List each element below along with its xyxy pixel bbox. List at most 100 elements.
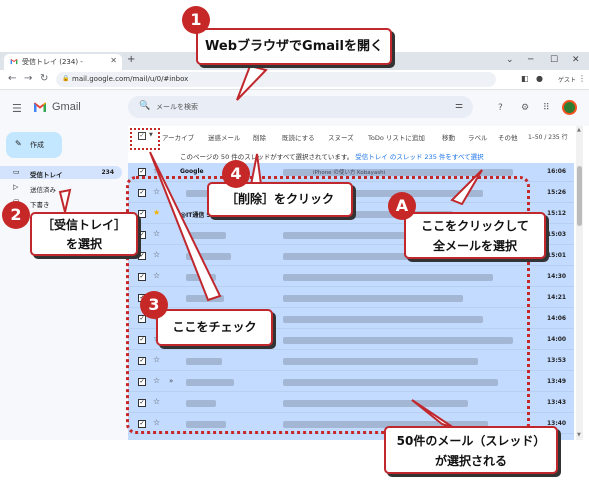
stepA-line1: ここをクリックして bbox=[421, 219, 529, 233]
row-time: 15:12 bbox=[547, 210, 567, 217]
step4-badge: 4 bbox=[222, 160, 250, 188]
compose-button[interactable]: ✎ 作成 bbox=[6, 132, 62, 158]
result-callout: 50件のメール（スレッド） が選択される bbox=[384, 426, 558, 474]
gmail-favicon-icon bbox=[10, 58, 18, 65]
star-icon[interactable]: ☆ bbox=[153, 166, 160, 175]
gmail-logo-icon bbox=[34, 102, 46, 112]
browser-tab[interactable]: 受信トレイ (234) - ✕ bbox=[4, 54, 122, 70]
address-bar-row: ← → ↻ 🔒 mail.google.com/mail/u/0/#inbox … bbox=[0, 70, 589, 90]
step1-text: WebブラウザでGmailを開く bbox=[205, 39, 383, 54]
row-checkbox[interactable]: ✓ bbox=[138, 168, 146, 176]
guest-label: ゲスト bbox=[558, 77, 577, 84]
row-time: 14:06 bbox=[547, 315, 567, 322]
scrollbar[interactable]: ▲ ▼ bbox=[576, 126, 583, 440]
row-time: 14:30 bbox=[547, 273, 567, 280]
more-button[interactable]: その他 bbox=[498, 132, 518, 142]
step3-callout: ここをチェック bbox=[156, 309, 273, 346]
row-time: 15:01 bbox=[547, 252, 567, 259]
mail-toolbar: ✓ ▼ アーカイブ 迷惑メール 削除 既読にする スヌーズ ToDo リストに追… bbox=[128, 126, 574, 146]
close-window-icon[interactable]: ✕ bbox=[572, 55, 580, 65]
new-tab-icon[interactable]: + bbox=[127, 54, 135, 65]
selection-notice-text: このページの 50 件のスレッドがすべて選択されています。 bbox=[180, 153, 354, 161]
step2-callout: ［受信トレイ］ を選択 bbox=[30, 212, 138, 256]
pager-text: 1–50 / 235 行 bbox=[528, 134, 568, 141]
compose-label: 作成 bbox=[30, 141, 44, 149]
spam-button[interactable]: 迷惑メール bbox=[208, 132, 241, 142]
gmail-header: ☰ Gmail 🔍 メールを検索 ⚌ ? ⚙ ⠿ bbox=[0, 90, 589, 126]
sidebar-item-inbox[interactable]: ▭ 受信トレイ 234 bbox=[0, 166, 122, 179]
menu-dots-icon[interactable]: ⋮ bbox=[578, 74, 586, 83]
row-time: 14:21 bbox=[547, 294, 567, 301]
step3-badge: 3 bbox=[140, 291, 168, 319]
maximize-icon[interactable]: ☐ bbox=[550, 55, 558, 65]
pencil-icon: ✎ bbox=[15, 139, 22, 148]
row-time: 14:00 bbox=[547, 336, 567, 343]
sidebar-item-label: 受信トレイ bbox=[30, 171, 63, 179]
gmail-wordmark: Gmail bbox=[52, 101, 81, 113]
lock-icon: 🔒 bbox=[62, 75, 70, 82]
step2-line1: ［受信トレイ］ bbox=[41, 218, 126, 232]
reload-icon[interactable]: ↻ bbox=[40, 73, 48, 84]
step1-callout: WebブラウザでGmailを開く bbox=[196, 28, 392, 65]
scroll-up-icon[interactable]: ▲ bbox=[577, 127, 581, 133]
row-time: 16:06 bbox=[547, 168, 567, 175]
inbox-count: 234 bbox=[101, 169, 114, 176]
sidepanel-icon[interactable]: ◧ bbox=[521, 74, 529, 83]
add-todo-button[interactable]: ToDo リストに追加 bbox=[368, 132, 425, 142]
back-icon[interactable]: ← bbox=[8, 73, 16, 84]
search-options-icon[interactable]: ⚌ bbox=[455, 101, 463, 111]
row-time: 13:49 bbox=[547, 378, 567, 385]
screenshot-stage: 受信トレイ (234) - ✕ + ⌄ ─ ☐ ✕ ← → ↻ 🔒 mail.g… bbox=[0, 0, 589, 484]
send-icon: ▷ bbox=[13, 183, 19, 191]
archive-button[interactable]: アーカイブ bbox=[162, 132, 194, 142]
row-subject: iPhone の使い方 Kobayashi bbox=[313, 170, 386, 176]
scroll-thumb[interactable] bbox=[577, 166, 582, 226]
url-field[interactable]: 🔒 mail.google.com/mail/u/0/#inbox bbox=[56, 72, 496, 87]
gmail-sidebar: ✎ 作成 ▭ 受信トレイ 234 ▷ 送信済み ▢ 下書き bbox=[0, 126, 128, 440]
hamburger-menu-icon[interactable]: ☰ bbox=[12, 102, 22, 115]
result-line2: が選択される bbox=[434, 454, 507, 468]
tab-search-icon[interactable]: ⌄ bbox=[506, 55, 514, 65]
search-icon[interactable]: 🔍 bbox=[139, 101, 150, 111]
tab-title: 受信トレイ (234) - bbox=[22, 58, 83, 66]
tab-close-icon[interactable]: ✕ bbox=[110, 56, 117, 65]
help-icon[interactable]: ? bbox=[498, 103, 503, 113]
step1-badge: 1 bbox=[182, 6, 210, 34]
apps-grid-icon[interactable]: ⠿ bbox=[543, 103, 550, 113]
profile-icon[interactable]: ● bbox=[536, 74, 543, 83]
row-time: 15:03 bbox=[547, 231, 567, 238]
delete-button[interactable]: 削除 bbox=[253, 132, 266, 142]
inbox-icon: ▭ bbox=[13, 168, 20, 176]
result-line1: 50件のメール（スレッド） bbox=[396, 434, 546, 448]
step3-text: ここをチェック bbox=[172, 320, 257, 334]
sidebar-item-label: 下書き bbox=[30, 201, 50, 209]
row-sender: Google bbox=[180, 168, 204, 175]
stepA-badge: A bbox=[388, 192, 416, 220]
account-avatar[interactable] bbox=[562, 100, 577, 115]
move-button[interactable]: 移動 bbox=[442, 132, 455, 142]
scroll-down-icon[interactable]: ▼ bbox=[577, 432, 581, 438]
forward-icon[interactable]: → bbox=[24, 73, 32, 84]
sidebar-item-sent[interactable]: ▷ 送信済み bbox=[0, 181, 122, 194]
step4-callout: ［削除］をクリック bbox=[207, 182, 353, 217]
select-all-threads-link[interactable]: 受信トレイ のスレッド 235 件をすべて選択 bbox=[355, 153, 483, 161]
step2-line2: を選択 bbox=[65, 237, 102, 251]
step2-badge: 2 bbox=[2, 201, 30, 229]
settings-gear-icon[interactable]: ⚙ bbox=[521, 103, 529, 113]
step4-text: ［削除］をクリック bbox=[225, 192, 334, 206]
checkbox-highlight bbox=[130, 128, 160, 150]
selection-notice: このページの 50 件のスレッドがすべて選択されています。 受信トレイ のスレッ… bbox=[128, 146, 574, 163]
sidebar-item-label: 送信済み bbox=[30, 186, 56, 194]
row-time: 15:26 bbox=[547, 189, 567, 196]
stepA-line2: 全メールを選択 bbox=[432, 239, 517, 253]
url-text: mail.google.com/mail/u/0/#inbox bbox=[72, 75, 189, 83]
stepA-callout: ここをクリックして 全メールを選択 bbox=[404, 212, 546, 259]
row-time: 13:43 bbox=[547, 399, 567, 406]
minimize-icon[interactable]: ─ bbox=[528, 55, 533, 65]
search-placeholder: メールを検索 bbox=[156, 103, 198, 111]
row-time: 13:53 bbox=[547, 357, 567, 364]
mark-read-button[interactable]: 既読にする bbox=[282, 132, 315, 142]
snooze-button[interactable]: スヌーズ bbox=[328, 132, 354, 142]
search-bar[interactable]: 🔍 メールを検索 ⚌ bbox=[128, 96, 473, 118]
label-button[interactable]: ラベル bbox=[468, 132, 488, 142]
